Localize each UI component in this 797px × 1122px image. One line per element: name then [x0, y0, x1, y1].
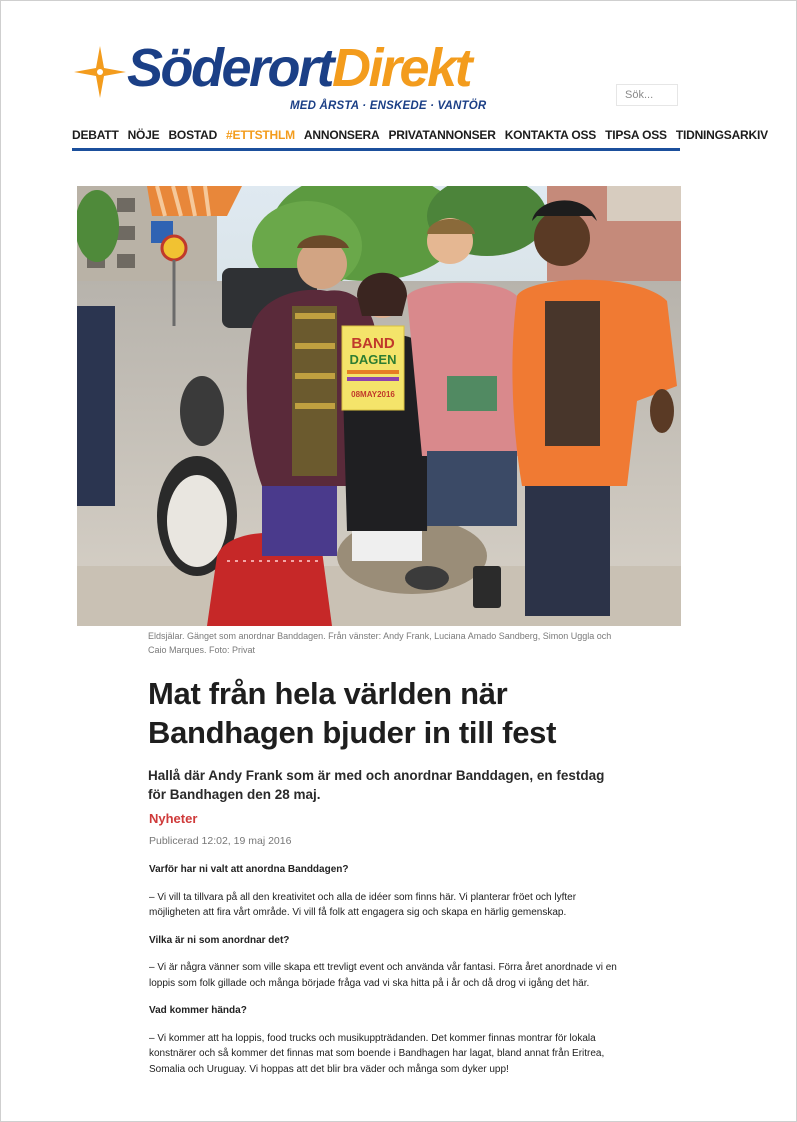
nav-item-ettsthlm[interactable]: #ETTSTHLM: [226, 124, 295, 146]
nav-item-kontakta-oss[interactable]: KONTAKTA OSS: [505, 124, 597, 146]
compass-star-icon: [74, 46, 126, 98]
question-3: Vad kommer hända?: [149, 1005, 247, 1016]
article-ingress: Hallå där Andy Frank som är med och anor…: [148, 768, 605, 802]
poster-title-line-1: BAND: [351, 335, 394, 352]
poster-date: 08MAY2016: [351, 390, 395, 399]
nav-divider: [72, 148, 680, 151]
logo-part-2: Direkt: [332, 38, 473, 98]
main-nav: DEBATT NÖJE BOSTAD #ETTSTHLM ANNONSERA P…: [72, 124, 768, 146]
nav-item-noje[interactable]: NÖJE: [128, 124, 160, 146]
answer-3: – Vi kommer att ha loppis, food trucks o…: [149, 1032, 605, 1075]
logo-tagline: MED ÅRSTA · ENSKEDE · VANTÖR: [290, 100, 487, 112]
nav-item-tidningsarkiv[interactable]: TIDNINGSARKIV: [676, 124, 768, 146]
article-headline: Mat från hela världen när Bandhagen bjud…: [148, 676, 557, 750]
photo-illustration: BAND DAGEN 08MAY2016: [77, 186, 681, 626]
answer-2: – Vi är några vänner som ville skapa ett…: [149, 962, 617, 989]
nav-item-bostad[interactable]: BOSTAD: [168, 124, 217, 146]
nav-item-annonsera[interactable]: ANNONSERA: [304, 124, 380, 146]
logo-part-1: Söderort: [127, 38, 335, 98]
article-body: Varför har ni valt att anordna Banddagen…: [149, 862, 619, 1077]
photo-caption: Eldsjälar. Gänget som anordnar Banddagen…: [148, 631, 612, 655]
logo-wordmark: SöderortDirekt: [127, 36, 473, 100]
category-link[interactable]: Nyheter: [149, 811, 197, 826]
publish-date: Publicerad 12:02, 19 maj 2016: [149, 835, 292, 847]
site-logo[interactable]: SöderortDirekt MED ÅRSTA · ENSKEDE · VAN…: [72, 38, 492, 120]
nav-item-privatannonser[interactable]: PRIVATANNONSER: [388, 124, 495, 146]
answer-1: – Vi vill ta tillvara på all den kreativ…: [149, 891, 577, 919]
poster-title-line-2: DAGEN: [350, 352, 397, 367]
question-2: Vilka är ni som anordnar det?: [149, 934, 290, 946]
nav-item-tipsa-oss[interactable]: TIPSA OSS: [605, 124, 667, 146]
search-input[interactable]: Sök...: [616, 84, 678, 106]
article-photo[interactable]: BAND DAGEN 08MAY2016: [77, 186, 681, 626]
nav-item-debatt[interactable]: DEBATT: [72, 124, 119, 146]
question-1: Varför har ni valt att anordna Banddagen…: [149, 864, 349, 875]
